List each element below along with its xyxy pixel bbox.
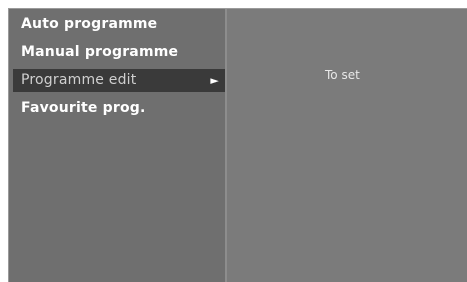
programme-menu: Auto programme Manual programme Programm…	[9, 9, 227, 282]
right-triangle-icon: ►	[210, 74, 219, 87]
osd-panel: Auto programme Manual programme Programm…	[8, 8, 467, 282]
menu-item-label: Favourite prog.	[21, 100, 146, 116]
detail-hint-text: To set	[325, 68, 360, 82]
menu-item-auto-programme[interactable]: Auto programme	[13, 13, 225, 36]
menu-item-favourite-prog[interactable]: Favourite prog.	[13, 97, 225, 120]
tv-menu-screen: Auto programme Manual programme Programm…	[0, 0, 467, 282]
menu-item-programme-edit[interactable]: Programme edit ►	[13, 69, 225, 92]
menu-item-label: Programme edit	[21, 72, 137, 88]
detail-pane: To set	[227, 9, 467, 282]
menu-item-label: Auto programme	[21, 16, 158, 32]
menu-item-manual-programme[interactable]: Manual programme	[13, 41, 225, 64]
menu-item-label: Manual programme	[21, 44, 179, 60]
